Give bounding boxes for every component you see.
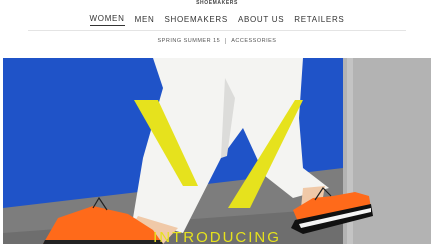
hero-image [3,58,431,244]
sub-nav-accessories[interactable]: ACCESSORIES [226,38,281,44]
brand-wordmark[interactable]: SHOEMAKERS [0,0,434,8]
main-nav: WOMEN MEN SHOEMAKERS ABOUT US RETAILERS [0,12,434,28]
nav-item-women[interactable]: WOMEN [89,14,125,26]
nav-item-men[interactable]: MEN [135,15,155,26]
nav-item-shoemakers[interactable]: SHOEMAKERS [164,15,227,26]
nav-divider [28,30,406,31]
nav-item-about-us[interactable]: ABOUT US [238,15,284,26]
nav-item-retailers[interactable]: RETAILERS [294,15,344,26]
hero-caption: INTRODUCING [153,229,281,244]
hero-banner[interactable]: INTRODUCING [3,58,431,244]
sub-nav: SPRING SUMMER 15 ACCESSORIES [0,36,434,46]
sub-nav-spring-summer-15[interactable]: SPRING SUMMER 15 [153,38,226,44]
